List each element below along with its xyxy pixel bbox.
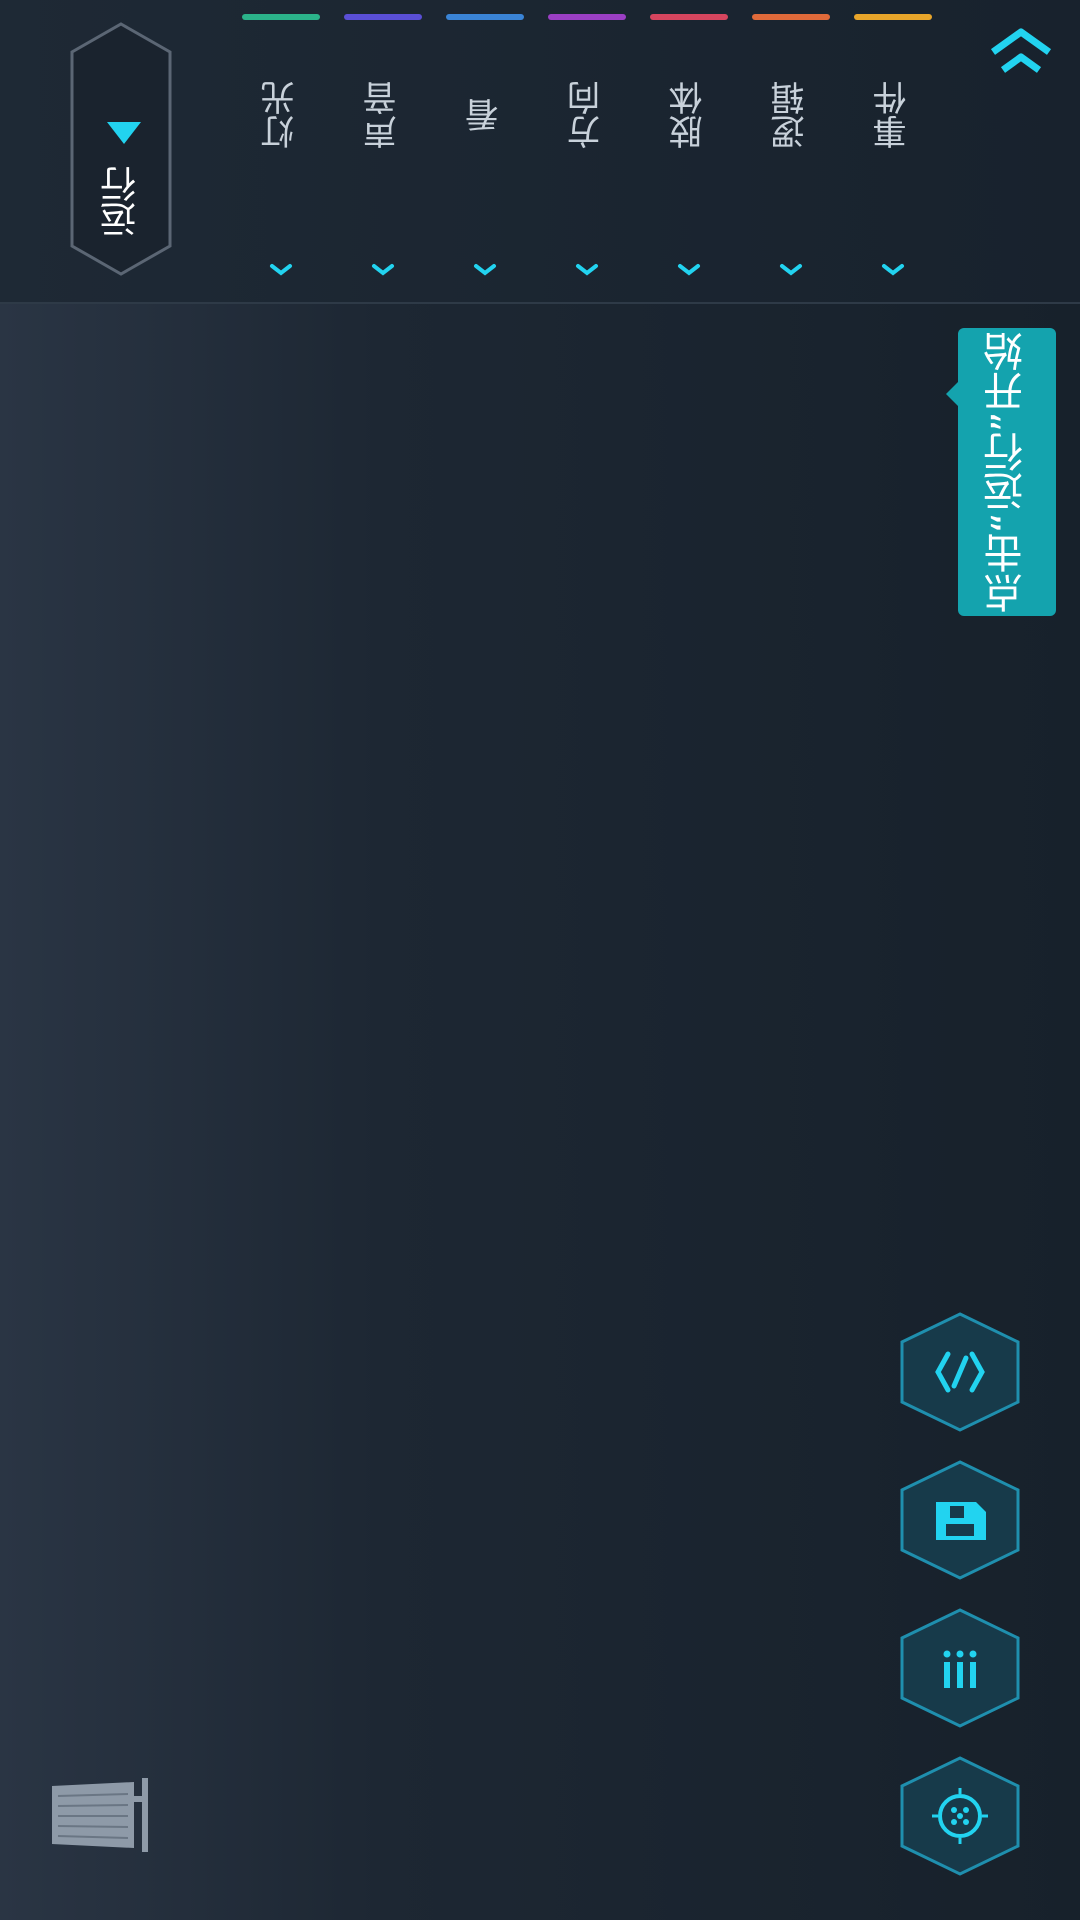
chevron-down-icon — [474, 264, 496, 276]
menu-button[interactable] — [896, 1606, 1024, 1730]
chevron-down-icon — [882, 264, 904, 276]
category-label: 声音 — [363, 81, 403, 149]
category-color-bar — [752, 14, 830, 20]
block-category-toolbar: 运行 灯光 声音 看 方向 肢体 逻辑 事件 — [0, 0, 1080, 304]
chevron-down-icon — [678, 264, 700, 276]
save-button[interactable] — [896, 1458, 1024, 1582]
play-icon — [107, 122, 141, 144]
category-label: 逻辑 — [771, 81, 811, 149]
chevron-down-icon — [576, 264, 598, 276]
double-chevron-up-icon — [990, 28, 1052, 73]
trash-icon — [52, 1778, 148, 1852]
run-button-label: 运行 — [101, 166, 142, 238]
run-button[interactable]: 运行 — [70, 22, 172, 276]
category-look[interactable]: 看 — [446, 0, 524, 290]
save-icon — [936, 1502, 986, 1540]
chevron-down-icon — [780, 264, 802, 276]
category-label: 方向 — [567, 81, 607, 149]
category-limbs[interactable]: 肢体 — [650, 0, 728, 290]
trash-button[interactable] — [48, 1778, 158, 1852]
category-color-bar — [446, 14, 524, 20]
category-logic[interactable]: 逻辑 — [752, 0, 830, 290]
chevron-down-icon — [270, 264, 292, 276]
category-color-bar — [650, 14, 728, 20]
connect-device-button[interactable] — [896, 1754, 1024, 1878]
category-color-bar — [242, 14, 320, 20]
category-light[interactable]: 灯光 — [242, 0, 320, 290]
category-label: 肢体 — [669, 81, 709, 149]
category-label: 事件 — [873, 81, 913, 149]
chevron-down-icon — [372, 264, 394, 276]
category-label: 看 — [465, 98, 505, 132]
category-sound[interactable]: 声音 — [344, 0, 422, 290]
collapse-toolbar-button[interactable] — [985, 24, 1057, 76]
category-color-bar — [344, 14, 422, 20]
category-direction[interactable]: 方向 — [548, 0, 626, 290]
category-label: 灯光 — [261, 81, 301, 149]
menu-icon — [943, 1650, 977, 1688]
code-view-button[interactable] — [896, 1310, 1024, 1434]
category-color-bar — [548, 14, 626, 20]
category-events[interactable]: 事件 — [854, 0, 932, 290]
category-color-bar — [854, 14, 932, 20]
